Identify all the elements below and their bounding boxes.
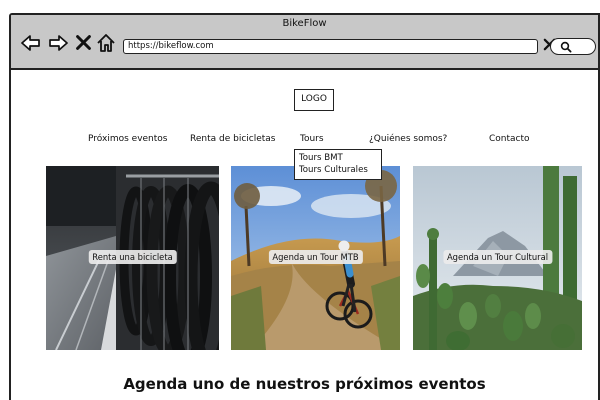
- nav-item-proximos-eventos[interactable]: Próximos eventos: [88, 134, 167, 144]
- dropdown-item-tours-bmt[interactable]: Tours BMT: [299, 152, 377, 164]
- card-label[interactable]: Agenda un Tour Cultural: [442, 250, 553, 264]
- window-title: BikeFlow: [282, 18, 327, 29]
- nav-item-tours[interactable]: Tours: [300, 134, 324, 144]
- main-navigation: Próximos eventos Renta de bicicletas Tou…: [11, 134, 598, 148]
- card-label[interactable]: Renta una bicicleta: [88, 250, 177, 264]
- nav-item-contacto[interactable]: Contacto: [489, 134, 530, 144]
- card-label[interactable]: Agenda un Tour MTB: [268, 250, 363, 264]
- search-field[interactable]: [550, 38, 596, 55]
- home-icon[interactable]: [96, 33, 116, 53]
- site-logo[interactable]: LOGO: [294, 89, 334, 111]
- card-renta-bicicleta[interactable]: Renta una bicicleta: [46, 166, 219, 350]
- address-bar[interactable]: https://bikeflow.com: [123, 39, 538, 54]
- back-arrow-icon[interactable]: [21, 33, 41, 53]
- tours-dropdown-menu: Tours BMT Tours Culturales: [294, 149, 382, 180]
- close-x-icon[interactable]: [75, 34, 92, 51]
- dropdown-item-tours-culturales[interactable]: Tours Culturales: [299, 164, 377, 176]
- nav-item-quienes-somos[interactable]: ¿Quiénes somos?: [369, 134, 447, 144]
- events-section-heading: Agenda uno de nuestros próximos eventos: [123, 375, 486, 393]
- forward-arrow-icon[interactable]: [48, 33, 68, 53]
- nav-item-renta-de-bicicletas[interactable]: Renta de bicicletas: [190, 134, 276, 144]
- search-icon: [560, 41, 572, 53]
- card-tour-mtb[interactable]: Agenda un Tour MTB: [231, 166, 400, 350]
- browser-chrome: BikeFlow https://bikeflow.com: [11, 15, 598, 70]
- browser-window: BikeFlow https://bikeflow.com LOGO Próxi…: [9, 13, 600, 400]
- card-tour-cultural[interactable]: Agenda un Tour Cultural: [413, 166, 582, 350]
